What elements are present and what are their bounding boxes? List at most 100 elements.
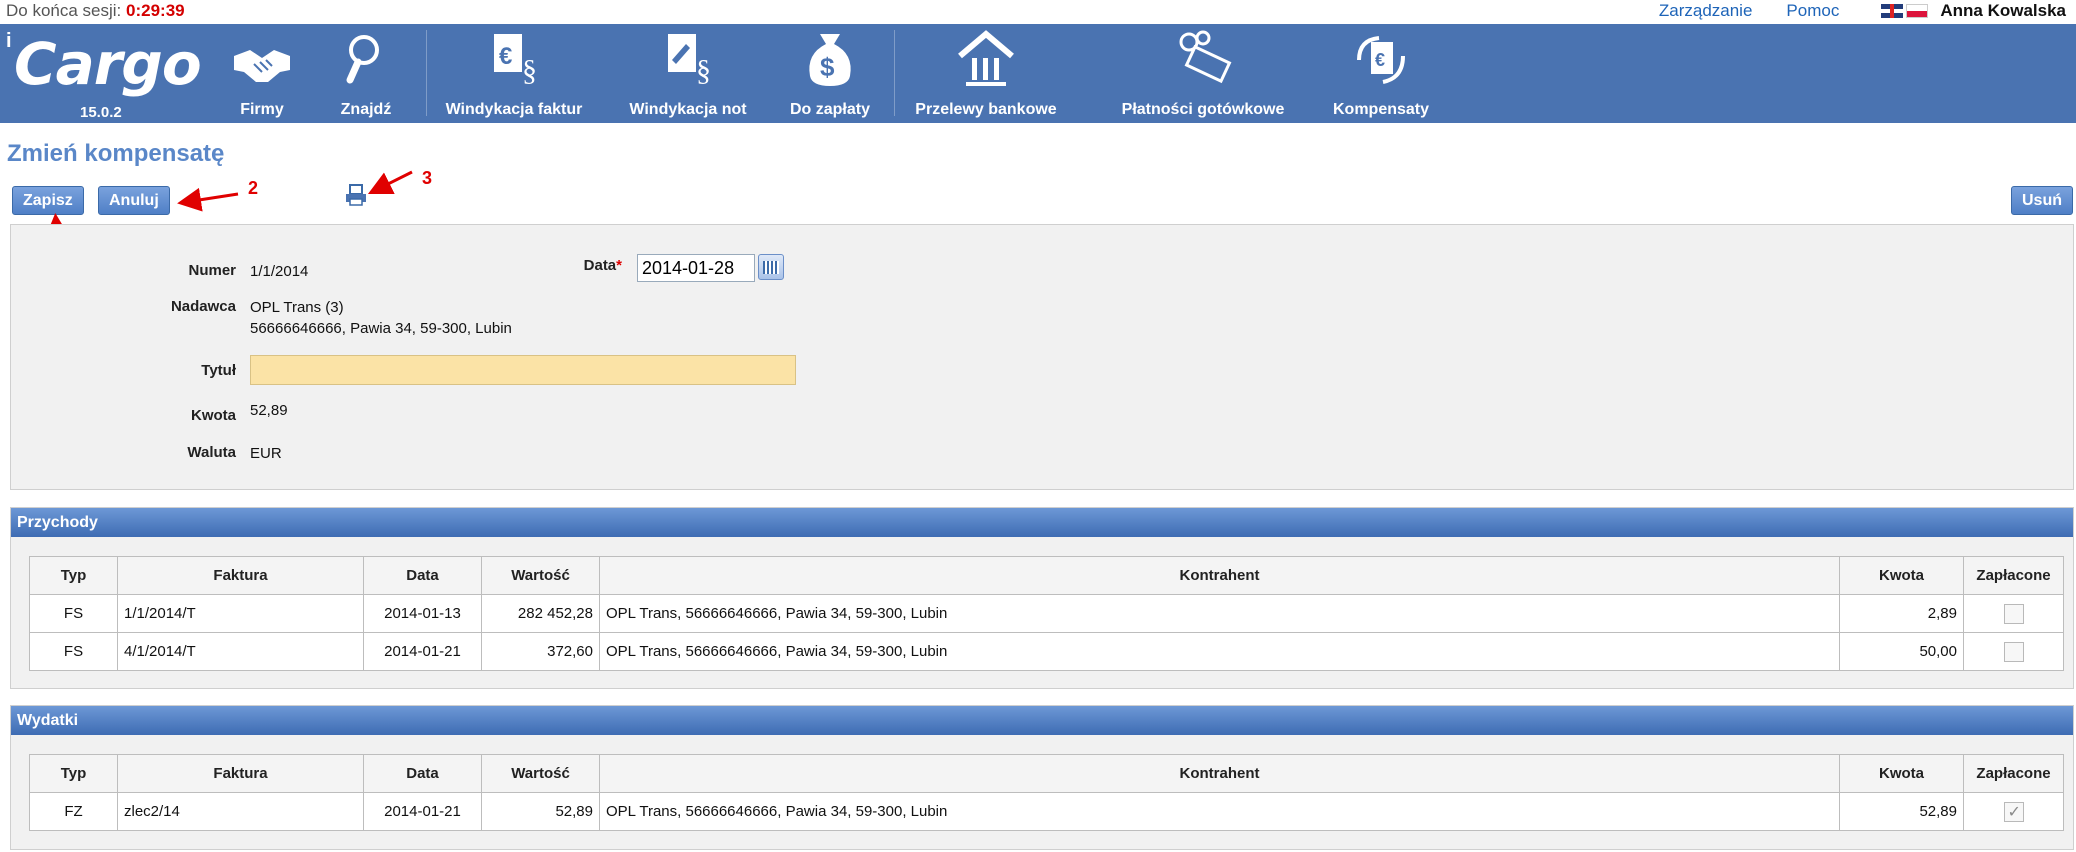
wydatki-header: Wydatki <box>11 706 2073 735</box>
col-zaplacone: Zapłacone <box>1963 754 2064 793</box>
annotation-label-2: 2 <box>248 178 259 198</box>
paid-checkbox[interactable] <box>2003 603 2024 624</box>
app-logo[interactable]: i Cargo 15.0.2 <box>6 28 206 121</box>
svg-text:€: € <box>499 43 512 70</box>
waluta-value: EUR <box>250 445 282 462</box>
col-kontrahent: Kontrahent <box>599 754 1840 793</box>
numer-label: Numer <box>188 262 236 279</box>
nadawca-label: Nadawca <box>170 298 236 315</box>
annotation-arrow-2 <box>177 187 239 212</box>
nadawca-name: OPL Trans (3) <box>250 299 344 316</box>
nav-item-firmy[interactable]: Firmy <box>212 24 312 123</box>
data-label-text: Data <box>583 257 617 274</box>
nav-label: Windykacja faktur <box>445 101 583 118</box>
logo-text: Cargo <box>14 30 202 98</box>
nav-label: Windykacja not <box>629 101 747 118</box>
cell-wartosc: 52,89 <box>481 792 600 831</box>
english-flag-icon[interactable] <box>1881 4 1904 18</box>
polish-flag-icon[interactable] <box>1906 4 1929 18</box>
app-version: 15.0.2 <box>80 104 122 121</box>
cell-wartosc: 282 452,28 <box>481 594 600 633</box>
nav-item-kompensaty[interactable]: € Kompensaty <box>1316 24 1446 123</box>
note-paragraph-icon: § <box>668 34 711 87</box>
nav-item-do-zaplaty[interactable]: $ Do zapłaty <box>780 24 880 123</box>
paid-checkbox[interactable] <box>2003 801 2024 822</box>
paid-checkbox[interactable] <box>2003 641 2024 662</box>
calendar-icon[interactable] <box>758 254 784 280</box>
col-typ: Typ <box>29 556 118 595</box>
kwota-label: Kwota <box>191 407 236 424</box>
nav-label: Znajdź <box>340 101 392 118</box>
col-data: Data <box>363 556 482 595</box>
print-icon[interactable] <box>344 183 368 207</box>
nav-item-przelewy-bankowe[interactable]: Przelewy bankowe <box>900 24 1072 123</box>
nav-item-znajdz[interactable]: Znajdź <box>320 24 412 123</box>
svg-text:$: $ <box>820 52 835 82</box>
bank-icon <box>958 30 1014 86</box>
top-links: Zarządzanie Pomoc Anna Kowalska <box>1625 1 2066 21</box>
svg-text:§: § <box>696 54 711 87</box>
svg-text:€: € <box>1375 50 1385 70</box>
delete-button[interactable]: Usuń <box>2011 186 2073 215</box>
handshake-icon <box>234 50 290 82</box>
top-strip: Do końca sesji: 0:29:39 Zarządzanie Pomo… <box>0 0 2076 24</box>
przychody-section: Przychody Typ Faktura Data Wartość Kontr… <box>10 507 2074 689</box>
table-row[interactable]: FS 1/1/2014/T 2014-01-13 282 452,28 OPL … <box>29 594 2064 633</box>
col-wartosc: Wartość <box>481 754 600 793</box>
help-link[interactable]: Pomoc <box>1786 1 1839 21</box>
nav-item-windykacja-faktur[interactable]: € § Windykacja faktur <box>430 24 598 123</box>
kwota-value: 52,89 <box>250 402 288 419</box>
user-name: Anna Kowalska <box>1940 1 2066 20</box>
cell-zaplacone <box>1963 792 2064 831</box>
numer-value: 1/1/2014 <box>250 263 309 280</box>
logo-prefix: i <box>6 30 12 52</box>
nadawca-address: 56666646666, Pawia 34, 59-300, Lubin <box>250 320 512 337</box>
compensation-icon: € <box>1357 36 1405 84</box>
cell-kontrahent: OPL Trans, 56666646666, Pawia 34, 59-300… <box>599 632 1840 671</box>
przychody-header: Przychody <box>11 508 2073 537</box>
save-button[interactable]: Zapisz <box>12 186 84 215</box>
cell-typ: FS <box>29 594 118 633</box>
nav-item-platnosci-gotowkowe[interactable]: Płatności gotówkowe <box>1100 24 1306 123</box>
nav-item-windykacja-not[interactable]: § Windykacja not <box>618 24 758 123</box>
cell-data: 2014-01-13 <box>363 594 482 633</box>
annotation-label-3: 3 <box>422 168 433 188</box>
cell-typ: FZ <box>29 792 118 831</box>
przychody-table: Typ Faktura Data Wartość Kontrahent Kwot… <box>29 556 2064 671</box>
annotation-arrow-3 <box>367 170 413 195</box>
money-bag-icon: $ <box>809 34 851 86</box>
nav-label: Przelewy bankowe <box>915 101 1057 118</box>
col-wartosc: Wartość <box>481 556 600 595</box>
cancel-button[interactable]: Anuluj <box>98 186 170 215</box>
nav-separator <box>426 30 427 116</box>
cell-kontrahent: OPL Trans, 56666646666, Pawia 34, 59-300… <box>599 792 1840 831</box>
magnifier-icon <box>346 35 379 84</box>
nav-label: Płatności gotówkowe <box>1121 101 1285 118</box>
cell-typ: FS <box>29 632 118 671</box>
title-field[interactable] <box>250 355 796 385</box>
waluta-label: Waluta <box>187 444 236 461</box>
table-row[interactable]: FS 4/1/2014/T 2014-01-21 372,60 OPL Tran… <box>29 632 2064 671</box>
cell-faktura: zlec2/14 <box>117 792 364 831</box>
cell-zaplacone <box>1963 632 2064 671</box>
data-label: Data* <box>540 257 622 274</box>
cell-data: 2014-01-21 <box>363 632 482 671</box>
col-faktura: Faktura <box>117 556 364 595</box>
manage-link[interactable]: Zarządzanie <box>1659 1 1753 21</box>
col-kontrahent: Kontrahent <box>599 556 1840 595</box>
nav-label: Do zapłaty <box>789 101 870 118</box>
tytul-label: Tytuł <box>201 362 236 379</box>
col-kwota: Kwota <box>1839 754 1964 793</box>
cell-data: 2014-01-21 <box>363 792 482 831</box>
date-field[interactable]: 2014-01-28 <box>637 254 755 282</box>
invoice-euro-paragraph-icon: € § <box>494 34 537 87</box>
col-kwota: Kwota <box>1839 556 1964 595</box>
col-faktura: Faktura <box>117 754 364 793</box>
session-time: 0:29:39 <box>126 1 185 20</box>
table-header-row: Typ Faktura Data Wartość Kontrahent Kwot… <box>29 754 2064 793</box>
col-data: Data <box>363 754 482 793</box>
table-row[interactable]: FZ zlec2/14 2014-01-21 52,89 OPL Trans, … <box>29 792 2064 831</box>
wydatki-table: Typ Faktura Data Wartość Kontrahent Kwot… <box>29 754 2064 831</box>
page-title: Zmień kompensatę <box>7 140 225 167</box>
nav-label: Firmy <box>240 101 284 118</box>
